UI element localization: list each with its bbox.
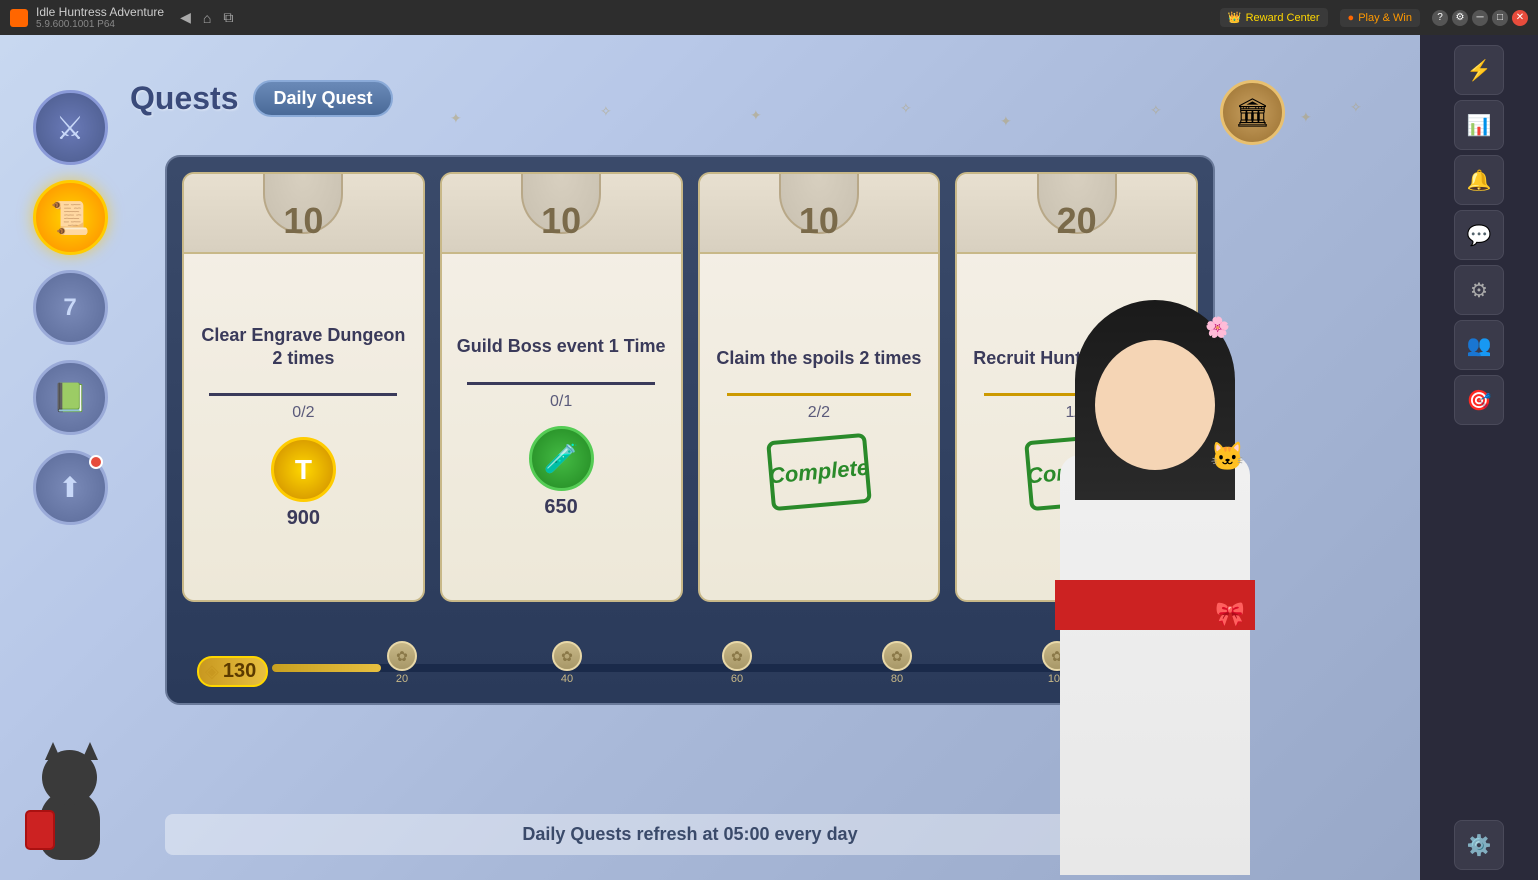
app-title: Idle Huntress Adventure	[36, 5, 164, 19]
card-2-title: Guild Boss event 1 Time	[457, 335, 666, 358]
crown-icon: 👑	[1228, 11, 1242, 24]
card-1-reward: T 900	[271, 437, 336, 530]
maximize-button[interactable]: □	[1492, 10, 1508, 26]
gold-coin-icon: T	[295, 454, 312, 486]
card-1-points: 10	[283, 200, 323, 242]
sidebar-icon-2[interactable]: 📊	[1454, 100, 1504, 150]
current-score-display: ◈ 130	[197, 656, 268, 687]
sidebar-icon-7[interactable]: 🎯	[1454, 375, 1504, 425]
number-7-icon: 7	[63, 294, 76, 322]
milestone-60[interactable]: ✿ 60	[722, 641, 752, 685]
upgrade-icon: ⬆	[58, 471, 81, 504]
sidebar-item-sword[interactable]: ⚔	[33, 90, 108, 165]
card-3-body: Claim the spoils 2 times 2/2 Complete	[701, 254, 936, 600]
sidebar-item-quest-active[interactable]: 📜	[33, 180, 108, 255]
card-1-progress: 0/2	[292, 404, 314, 422]
title-bar-left: Idle Huntress Adventure 5.9.600.1001 P64…	[10, 5, 233, 30]
play-win-button[interactable]: ● Play & Win	[1340, 9, 1420, 27]
card-3-points: 10	[799, 200, 839, 242]
sidebar-icon-6[interactable]: 👥	[1454, 320, 1504, 370]
milestone-40[interactable]: ✿ 40	[552, 641, 582, 685]
sidebar-item-7[interactable]: 7	[33, 270, 108, 345]
nav-home[interactable]: ⌂	[203, 10, 211, 26]
card-1-title: Clear Engrave Dungeon 2 times	[199, 324, 408, 371]
notification-badge	[89, 455, 103, 469]
corner-building-icon[interactable]: 🏛	[1220, 80, 1285, 145]
minimize-button[interactable]: ─	[1472, 10, 1488, 26]
card-1-reward-icon: T	[271, 437, 336, 502]
game-area: ✦ ✧ ✦ ✧ ✦ ✧ ✦ ✧ ✦ ✧ ⚔ 📜 7 📗 ⬆ Quests	[0, 35, 1420, 880]
card-2-progress: 0/1	[550, 393, 572, 411]
progress-fill	[272, 664, 381, 672]
sidebar-icon-4[interactable]: 💬	[1454, 210, 1504, 260]
settings-button[interactable]: ⚙	[1452, 10, 1468, 26]
book-icon: 📗	[53, 381, 88, 414]
milestone-60-circle: ✿	[722, 641, 752, 671]
header: Quests Daily Quest	[130, 80, 393, 117]
title-bar: Idle Huntress Adventure 5.9.600.1001 P64…	[0, 0, 1538, 35]
nav-tabs[interactable]: ⧉	[223, 9, 233, 26]
quest-card-2: 10 Guild Boss event 1 Time 0/1 🧪 650	[440, 172, 683, 602]
card-2-reward: 🧪 650	[529, 426, 594, 519]
card-2-reward-icon: 🧪	[529, 426, 594, 491]
milestone-60-label: 60	[731, 673, 743, 685]
sidebar-settings-icon[interactable]: ⚙️	[1454, 820, 1504, 870]
page-title: Quests	[130, 80, 238, 117]
card-1-body: Clear Engrave Dungeon 2 times 0/2 T 900	[184, 254, 423, 600]
nav-back[interactable]: ◀	[180, 9, 191, 26]
milestone-20-circle: ✿	[387, 641, 417, 671]
sidebar-icon-5[interactable]: ⚙	[1454, 265, 1504, 315]
quest-card-1: 10 Clear Engrave Dungeon 2 times 0/2 T 9…	[182, 172, 425, 602]
window-controls: ? ⚙ ─ □ ✕	[1432, 10, 1528, 26]
daily-quest-badge[interactable]: Daily Quest	[253, 80, 392, 117]
cat-character	[20, 710, 140, 860]
sword-icon: ⚔	[56, 109, 85, 147]
sidebar-item-upgrade[interactable]: ⬆	[33, 450, 108, 525]
right-sidebar: ⚡ 📊 🔔 💬 ⚙ 👥 🎯 ⚙️	[1420, 35, 1538, 880]
card-3-divider	[727, 393, 912, 396]
card-3-complete-stamp: Complete	[766, 433, 872, 511]
card-2-body: Guild Boss event 1 Time 0/1 🧪 650	[442, 254, 681, 600]
card-3-progress: 2/2	[808, 404, 830, 422]
card-1-header: 10	[184, 174, 423, 254]
milestone-80-label: 80	[891, 673, 903, 685]
help-button[interactable]: ?	[1432, 10, 1448, 26]
milestone-80[interactable]: ✿ 80	[882, 641, 912, 685]
milestone-20[interactable]: ✿ 20	[387, 641, 417, 685]
close-button[interactable]: ✕	[1512, 10, 1528, 26]
milestone-40-label: 40	[561, 673, 573, 685]
milestone-20-label: 20	[396, 673, 408, 685]
quest-card-3: 10 Claim the spoils 2 times 2/2 Complete	[698, 172, 941, 602]
card-3-complete-text: Complete	[768, 456, 870, 489]
orange-dot-icon: ●	[1348, 12, 1355, 24]
character-portrait: 🌸 🐱 🎀	[1015, 180, 1295, 880]
milestone-40-circle: ✿	[552, 641, 582, 671]
card-4-points: 20	[1057, 200, 1097, 242]
card-1-reward-amount: 900	[287, 507, 320, 530]
card-2-reward-amount: 650	[544, 496, 577, 519]
card-1-divider	[209, 393, 397, 396]
sidebar-icon-1[interactable]: ⚡	[1454, 45, 1504, 95]
card-2-divider	[467, 382, 655, 385]
score-value: 130	[219, 660, 260, 683]
potion-icon: 🧪	[544, 442, 579, 475]
sidebar-item-book[interactable]: 📗	[33, 360, 108, 435]
milestone-80-circle: ✿	[882, 641, 912, 671]
card-3-header: 10	[700, 174, 939, 254]
card-2-points: 10	[541, 200, 581, 242]
app-subtitle: 5.9.600.1001 P64	[36, 19, 164, 30]
building-icon: 🏛	[1235, 96, 1271, 129]
card-3-title: Claim the spoils 2 times	[716, 347, 921, 370]
sidebar-icon-3[interactable]: 🔔	[1454, 155, 1504, 205]
quest-scroll-icon: 📜	[50, 199, 90, 237]
title-bar-right: 👑 Reward Center ● Play & Win ? ⚙ ─ □ ✕	[1220, 8, 1528, 27]
reward-center-button[interactable]: 👑 Reward Center	[1220, 8, 1328, 27]
app-icon	[10, 9, 28, 27]
card-2-header: 10	[442, 174, 681, 254]
